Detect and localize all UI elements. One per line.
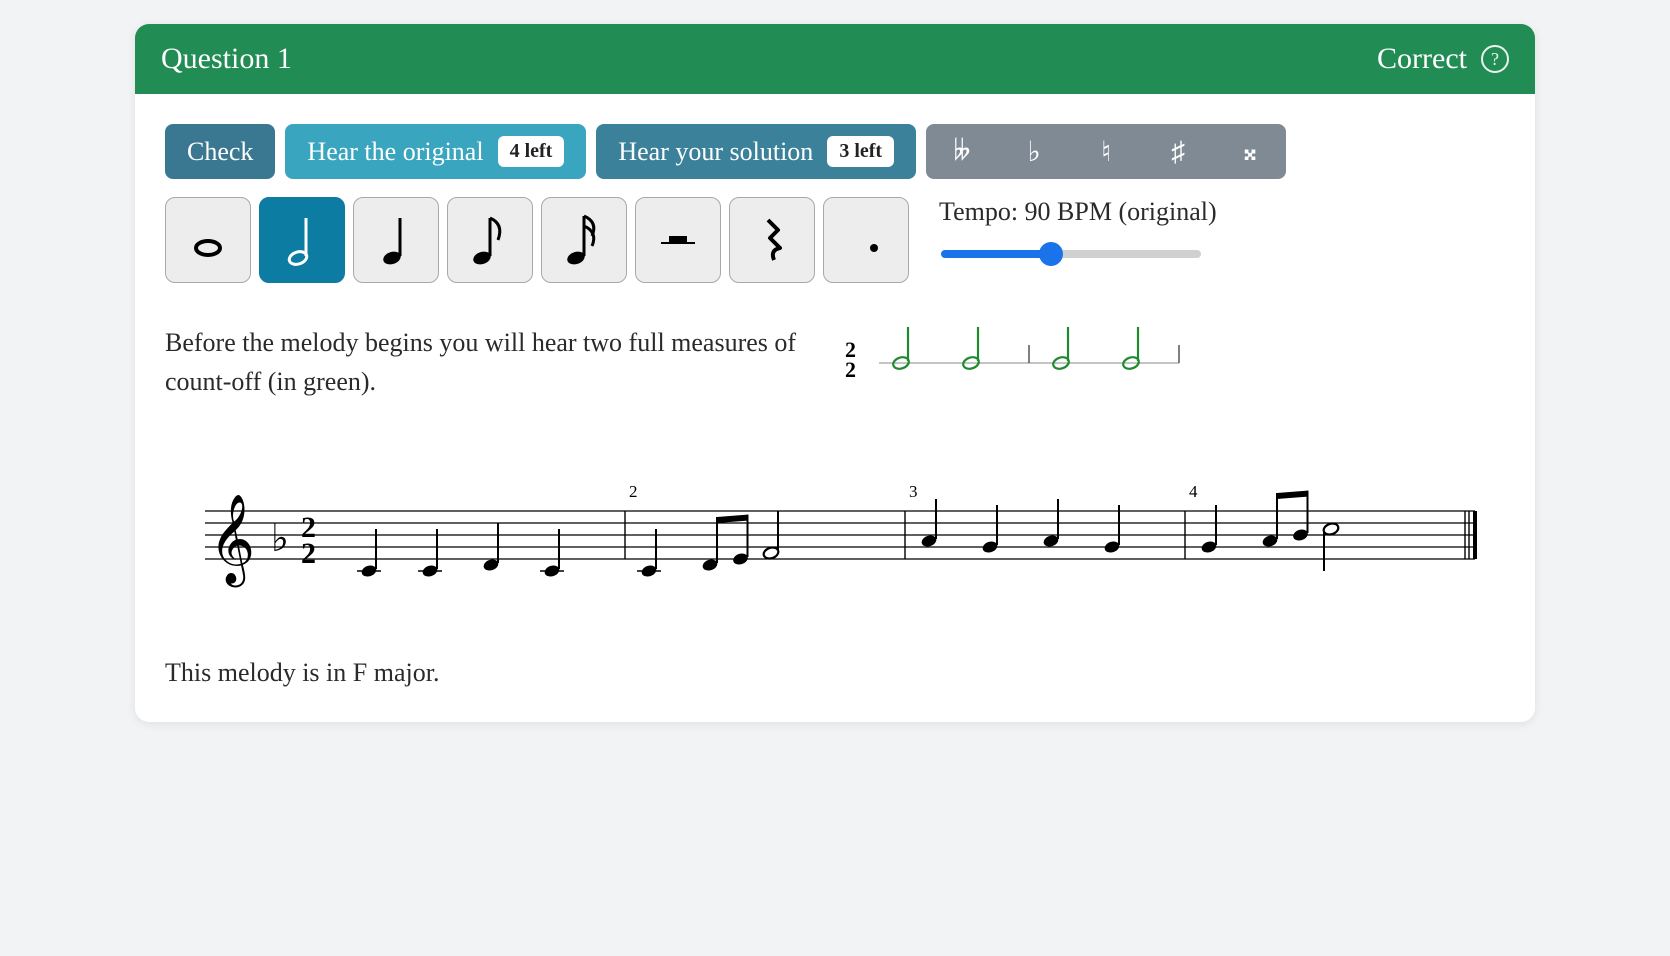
status-label: Correct <box>1377 42 1467 76</box>
eighth-note-button[interactable] <box>447 197 533 283</box>
hear-solution-button[interactable]: Hear your solution 3 left <box>596 124 916 179</box>
half-rest-icon <box>653 215 703 265</box>
quarter-rest-icon <box>752 210 792 270</box>
svg-text:4: 4 <box>1189 482 1198 501</box>
whole-note-button[interactable] <box>165 197 251 283</box>
svg-text:2: 2 <box>301 537 316 570</box>
tempo-slider[interactable] <box>941 250 1201 258</box>
dot-button[interactable] <box>823 197 909 283</box>
note-tempo-row: Tempo: 90 BPM (original) <box>165 197 1505 289</box>
instruction-text: Before the melody begins you will hear t… <box>165 323 805 401</box>
card-header: Question 1 Correct ? <box>135 24 1535 94</box>
hear-original-button[interactable]: Hear the original 4 left <box>285 124 586 179</box>
double-sharp-button[interactable]: 𝄪 <box>1214 124 1286 179</box>
double-flat-button[interactable]: 𝄫 <box>926 124 998 179</box>
hear-solution-label: Hear your solution <box>618 137 813 167</box>
sixteenth-note-button[interactable] <box>541 197 627 283</box>
svg-text:𝄞: 𝄞 <box>209 495 255 588</box>
natural-button[interactable]: ♮ <box>1070 124 1142 179</box>
accidental-group: 𝄫 ♭ ♮ ♯ 𝄪 <box>926 124 1286 179</box>
question-card: Question 1 Correct ? Check Hear the orig… <box>135 24 1535 722</box>
tempo-label: Tempo: 90 BPM (original) <box>939 197 1229 227</box>
svg-text:♭: ♭ <box>271 518 289 560</box>
note-value-group <box>165 197 909 283</box>
svg-text:2: 2 <box>629 482 638 501</box>
help-icon[interactable]: ? <box>1481 45 1509 73</box>
check-button[interactable]: Check <box>165 124 275 179</box>
header-status-area: Correct ? <box>1377 42 1509 76</box>
sharp-button[interactable]: ♯ <box>1142 124 1214 179</box>
whole-note-icon <box>188 220 228 260</box>
instruction-row: Before the melody begins you will hear t… <box>165 323 1505 401</box>
quarter-note-icon <box>376 210 416 270</box>
countoff-preview: 2 2 <box>845 323 1185 393</box>
sixteenth-note-icon <box>562 210 606 270</box>
hear-solution-badge: 3 left <box>827 136 894 167</box>
quarter-note-button[interactable] <box>353 197 439 283</box>
eighth-note-icon <box>468 210 512 270</box>
dot-icon <box>846 220 886 260</box>
half-note-icon <box>282 210 322 270</box>
half-rest-button[interactable] <box>635 197 721 283</box>
svg-text:2: 2 <box>845 357 856 382</box>
card-body: Check Hear the original 4 left Hear your… <box>135 94 1535 722</box>
tempo-block: Tempo: 90 BPM (original) <box>939 197 1229 265</box>
top-toolbar: Check Hear the original 4 left Hear your… <box>165 124 1505 179</box>
melody-score[interactable]: 𝄞♭22234 <box>165 461 1505 641</box>
question-title: Question 1 <box>161 42 292 76</box>
key-label: This melody is in F major. <box>165 658 1505 688</box>
quarter-rest-button[interactable] <box>729 197 815 283</box>
hear-original-badge: 4 left <box>498 136 565 167</box>
svg-text:3: 3 <box>909 482 918 501</box>
half-note-button[interactable] <box>259 197 345 283</box>
flat-button[interactable]: ♭ <box>998 124 1070 179</box>
hear-original-label: Hear the original <box>307 137 483 167</box>
check-button-label: Check <box>187 137 253 167</box>
